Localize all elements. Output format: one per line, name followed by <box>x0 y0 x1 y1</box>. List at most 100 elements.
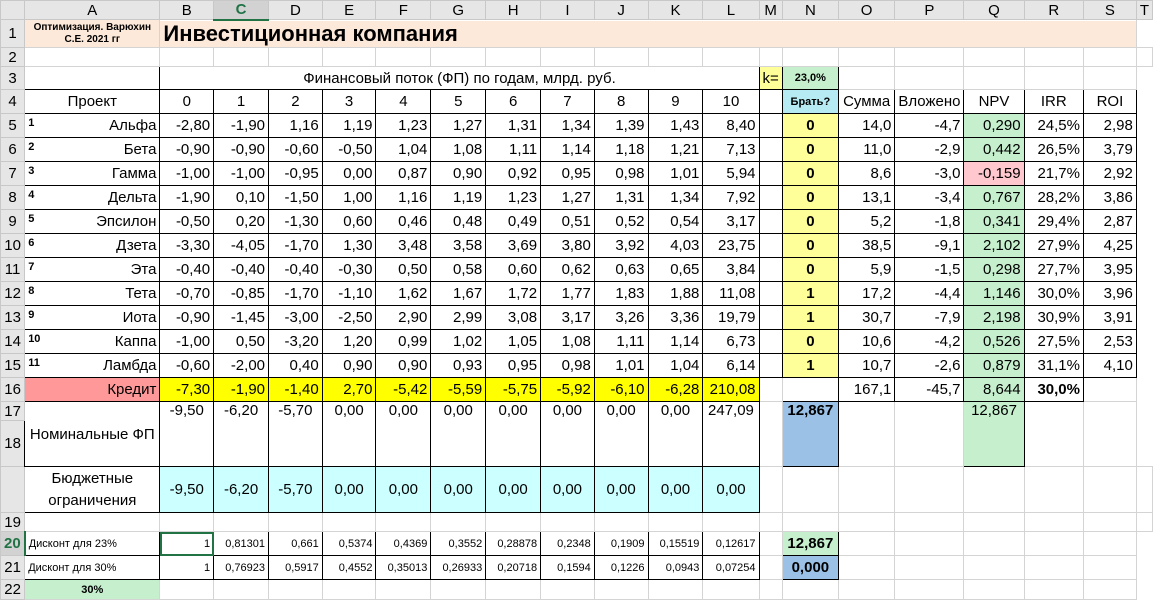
irr-header[interactable]: IRR <box>1023 89 1084 114</box>
cell-empty[interactable] <box>540 579 595 600</box>
cell-p17[interactable] <box>837 401 896 467</box>
npv-cell[interactable]: 0,341 <box>963 209 1025 234</box>
flow-cell[interactable]: -0,90 <box>213 137 270 162</box>
flow-cell[interactable]: 0,52 <box>593 209 649 234</box>
cell-n[interactable] <box>758 185 783 210</box>
row-header-5[interactable]: 5 <box>0 113 26 138</box>
flow-cell[interactable]: 23,75 <box>702 233 760 258</box>
column-header-h[interactable]: H <box>485 0 542 20</box>
row-header-19[interactable]: 19 <box>0 512 26 532</box>
cell-empty[interactable] <box>593 47 649 67</box>
credit-flow[interactable]: 2,70 <box>321 377 377 402</box>
invested-cell[interactable]: -2,9 <box>894 137 965 162</box>
project-name[interactable]: 3 Гамма <box>24 161 161 186</box>
row-header-16[interactable]: 16 <box>0 377 26 402</box>
irr-cell[interactable]: 31,1% <box>1023 353 1084 378</box>
select-all-corner[interactable] <box>0 0 26 20</box>
invested-cell[interactable]: -3,0 <box>894 161 965 186</box>
sum-cell[interactable]: 11,0 <box>837 137 896 162</box>
column-header-q[interactable]: Q <box>963 0 1025 20</box>
cell-s17[interactable] <box>1023 401 1084 467</box>
flow-cell[interactable]: 1,62 <box>375 281 432 306</box>
cell-empty[interactable] <box>485 579 542 600</box>
flow-cell[interactable]: -0,90 <box>159 137 215 162</box>
cell-empty[interactable] <box>213 47 270 67</box>
row-header-18[interactable]: 18 <box>0 420 26 467</box>
budget-flow[interactable]: 0,00 <box>540 466 595 513</box>
project-name[interactable]: 1 Альфа <box>24 113 161 138</box>
cell-n4[interactable] <box>758 89 783 114</box>
npv-cell[interactable]: 0,767 <box>963 185 1025 210</box>
cell-empty[interactable] <box>758 47 783 67</box>
nominal-flow[interactable]: 0,00 <box>593 401 649 467</box>
row-header-18b[interactable] <box>0 466 26 513</box>
cell-empty[interactable] <box>375 47 432 67</box>
flow-cell[interactable]: -4,05 <box>213 233 270 258</box>
flow-cell[interactable]: 0,48 <box>430 209 487 234</box>
discount23-value[interactable]: 0,28878 <box>485 531 542 556</box>
flow-cell[interactable]: 3,92 <box>593 233 649 258</box>
flow-cell[interactable]: -2,00 <box>213 353 270 378</box>
year-header-0[interactable]: 0 <box>159 89 215 114</box>
nominal-npv[interactable]: 12,867 <box>963 401 1025 467</box>
roi-cell[interactable]: 3,79 <box>1082 137 1137 162</box>
roi-cell[interactable]: 3,91 <box>1082 305 1137 330</box>
cell-empty[interactable] <box>540 47 595 67</box>
k-value[interactable]: 23,0% <box>781 66 839 90</box>
flow-cell[interactable]: 1,05 <box>485 329 542 354</box>
flow-cell[interactable]: -3,20 <box>268 329 323 354</box>
flow-cell[interactable]: 6,73 <box>702 329 760 354</box>
take-cell[interactable]: 0 <box>781 329 839 354</box>
npv-cell[interactable]: 1,146 <box>963 281 1025 306</box>
cell-empty[interactable] <box>1082 66 1137 90</box>
cell-n[interactable] <box>758 353 783 378</box>
take-cell[interactable]: 0 <box>781 233 839 258</box>
column-header-c[interactable]: C <box>213 0 270 21</box>
flow-cell[interactable]: 1,01 <box>647 161 704 186</box>
discount23-value[interactable]: 0,5374 <box>321 531 377 556</box>
discount30-value[interactable]: 0,1226 <box>593 555 649 580</box>
flow-cell[interactable]: 0,58 <box>430 257 487 282</box>
flow-cell[interactable]: 0,10 <box>213 185 270 210</box>
budget-flow[interactable]: 0,00 <box>593 466 649 513</box>
irr-cell[interactable]: 21,7% <box>1023 161 1084 186</box>
cell-empty[interactable] <box>213 512 270 532</box>
flow-cell[interactable]: 0,60 <box>321 209 377 234</box>
cell-empty[interactable] <box>894 47 965 67</box>
cell-empty[interactable] <box>321 579 377 600</box>
flow-cell[interactable]: 2,90 <box>375 305 432 330</box>
cell-empty[interactable] <box>647 512 704 532</box>
flow-cell[interactable]: 0,98 <box>593 161 649 186</box>
credit-irr[interactable]: 30,0% <box>1023 377 1084 402</box>
irr-cell[interactable]: 26,5% <box>1023 137 1084 162</box>
npv-cell[interactable]: 0,442 <box>963 137 1025 162</box>
npv-cell[interactable]: 0,526 <box>963 329 1025 354</box>
sum-cell[interactable]: 30,7 <box>837 305 896 330</box>
discount23-value[interactable]: 0,2348 <box>540 531 595 556</box>
flow-cell[interactable]: 3,26 <box>593 305 649 330</box>
npv-cell[interactable]: 0,879 <box>963 353 1025 378</box>
cell-empty[interactable] <box>781 579 839 600</box>
cell-empty[interactable] <box>159 47 215 67</box>
budget-flow[interactable]: 0,00 <box>702 466 760 513</box>
roi-cell[interactable]: 2,87 <box>1082 209 1137 234</box>
cell-empty[interactable] <box>1135 512 1153 532</box>
row-header-2[interactable]: 2 <box>0 47 26 67</box>
flow-cell[interactable]: 1,14 <box>647 329 704 354</box>
npv-cell[interactable]: 0,290 <box>963 113 1025 138</box>
cell-empty[interactable] <box>430 47 487 67</box>
flow-cell[interactable]: 7,13 <box>702 137 760 162</box>
flow-cell[interactable]: 1,72 <box>485 281 542 306</box>
npv-cell[interactable]: 0,298 <box>963 257 1025 282</box>
flow-cell[interactable]: 1,04 <box>375 137 432 162</box>
project-name[interactable]: 11 Ламбда <box>24 353 161 378</box>
budget-flow[interactable]: 0,00 <box>321 466 377 513</box>
cell-n[interactable] <box>758 329 783 354</box>
flow-cell[interactable]: -0,70 <box>159 281 215 306</box>
roi-cell[interactable]: 2,92 <box>1082 161 1137 186</box>
flow-cell[interactable]: 1,23 <box>375 113 432 138</box>
column-header-d[interactable]: D <box>268 0 323 20</box>
cell-empty[interactable] <box>485 47 542 67</box>
sum-cell[interactable]: 5,9 <box>837 257 896 282</box>
flow-cell[interactable]: 3,48 <box>375 233 432 258</box>
